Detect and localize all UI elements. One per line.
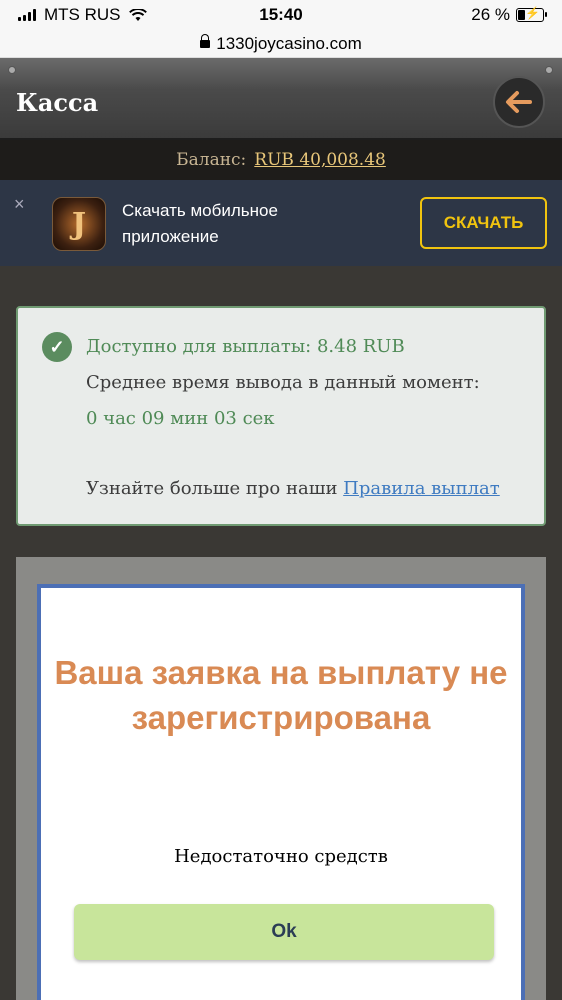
address-bar[interactable]: 1330joycasino.com (0, 30, 562, 58)
page-title: Касса (16, 88, 99, 117)
check-circle-icon: ✓ (42, 332, 72, 362)
wifi-icon (128, 8, 147, 21)
page-header: Касса (0, 58, 562, 140)
app-download-banner: × J Скачать мобильное приложение СКАЧАТЬ (0, 180, 562, 266)
average-time-value: 0 час 09 мин 03 сек (86, 408, 275, 429)
status-left: MTS RUS (18, 5, 147, 25)
balance-value[interactable]: RUB 40,008.48 (254, 150, 386, 170)
nail-icon (545, 66, 553, 74)
ok-button[interactable]: Ok (74, 904, 494, 960)
arrow-left-icon (506, 91, 532, 113)
carrier-name: MTS RUS (44, 5, 121, 24)
url-text: 1330joycasino.com (216, 33, 362, 53)
battery-icon: ⚡ (516, 6, 547, 22)
signal-icon (18, 9, 36, 21)
balance-bar: Баланс: RUB 40,008.48 (0, 140, 562, 180)
banner-text: Скачать мобильное приложение (122, 201, 278, 246)
status-right: 26 % ⚡ (471, 5, 547, 25)
error-modal: Ваша заявка на выплату не зарегистрирова… (37, 584, 525, 1000)
nail-icon (8, 66, 16, 74)
available-amount: Доступно для выплаты: 8.48 RUB (86, 336, 405, 357)
rules-prefix: Узнайте больше про наши (86, 478, 338, 499)
withdrawal-info-card: ✓ Доступно для выплаты: 8.48 RUB Среднее… (16, 306, 546, 526)
rules-line: Узнайте больше про наши Правила выплат (86, 478, 500, 499)
close-icon[interactable]: × (14, 194, 25, 215)
lock-icon (200, 34, 211, 50)
app-logo-icon: J (52, 197, 106, 251)
back-button[interactable] (493, 76, 545, 128)
modal-message: Недостаточно средств (174, 846, 388, 867)
battery-percent: 26 % (471, 5, 510, 24)
average-time-label: Среднее время вывода в данный момент: (86, 372, 480, 393)
status-bar: MTS RUS 15:40 26 % ⚡ (0, 0, 562, 30)
payout-rules-link[interactable]: Правила выплат (343, 478, 500, 499)
download-button[interactable]: СКАЧАТЬ (420, 197, 547, 249)
clock: 15:40 (259, 5, 303, 24)
modal-title: Ваша заявка на выплату не зарегистрирова… (54, 654, 508, 736)
balance-label: Баланс: (176, 150, 247, 170)
